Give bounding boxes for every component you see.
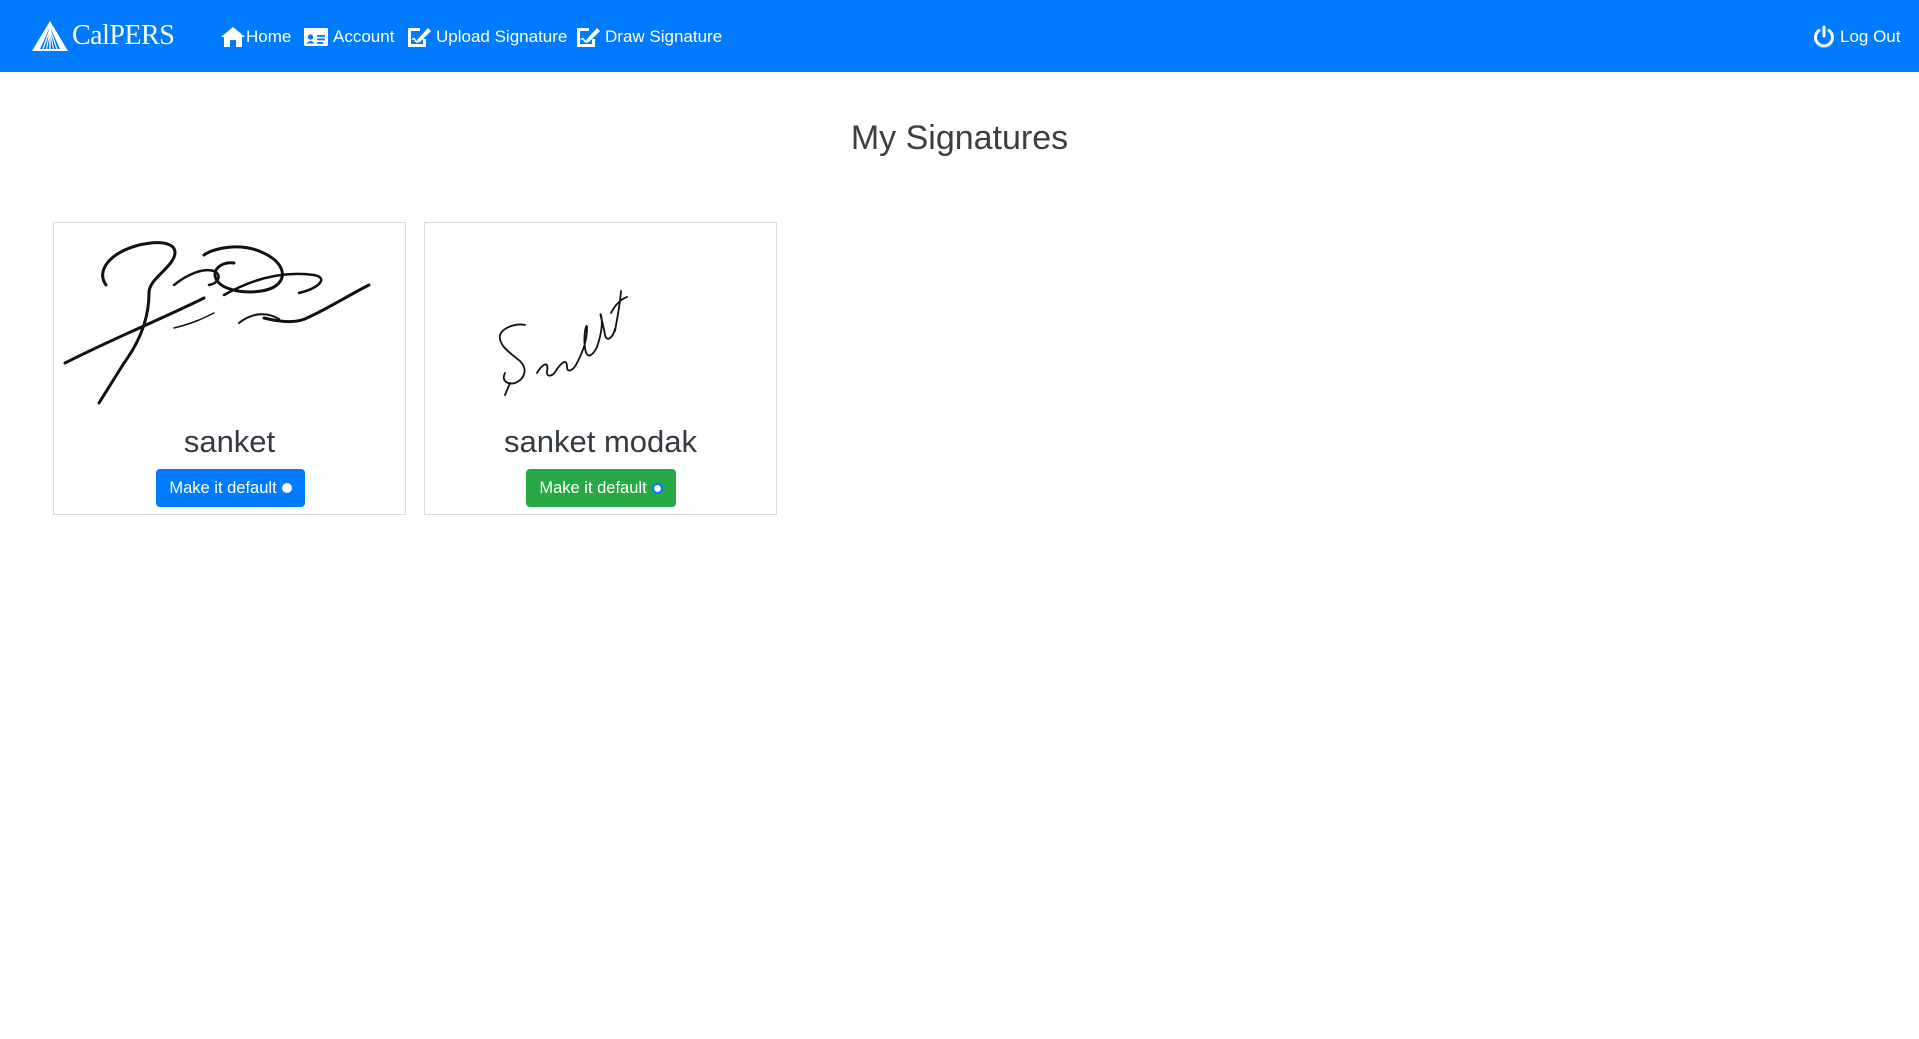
signature-pen-icon	[408, 28, 431, 47]
make-default-label: Make it default	[169, 478, 277, 497]
id-card-icon	[304, 28, 328, 46]
nav-upload-signature[interactable]: Upload Signature	[406, 22, 567, 52]
signature-card: sanket Make it default	[53, 222, 406, 515]
make-default-button[interactable]: Make it default	[526, 469, 676, 507]
nav-logout-label: Log Out	[1840, 27, 1901, 46]
home-icon	[221, 27, 245, 47]
calpers-logo-icon	[32, 21, 68, 51]
default-radio-checked-icon[interactable]	[281, 483, 292, 493]
signature-name: sanket	[183, 424, 276, 459]
default-radio-unchecked-icon[interactable]	[651, 482, 663, 494]
make-default-label: Make it default	[539, 478, 647, 497]
nav-home[interactable]: Home	[220, 22, 291, 52]
make-default-button[interactable]: Make it default	[156, 469, 305, 507]
nav-upload-label: Upload Signature	[436, 27, 568, 46]
nav-account[interactable]: Account	[303, 22, 394, 52]
brand-logo-link[interactable]: CalPERS	[30, 14, 188, 58]
nav-draw-label: Draw Signature	[605, 27, 723, 46]
nav-account-label: Account	[333, 27, 395, 46]
signature-image	[63, 241, 371, 405]
nav-draw-signature[interactable]: Draw Signature	[575, 22, 722, 52]
nav-home-label: Home	[246, 27, 292, 46]
page-title: My Signatures	[850, 119, 1069, 157]
brand-name: CalPERS	[72, 20, 175, 51]
power-icon	[1814, 25, 1834, 48]
signature-card: sanket modak Make it default	[424, 222, 777, 515]
signature-pen-icon	[577, 28, 600, 47]
signature-image	[498, 290, 628, 396]
signature-name: sanket modak	[504, 424, 697, 459]
nav-logout[interactable]: Log Out	[1812, 22, 1901, 52]
top-navbar: CalPERS Home Account Upload Signature Dr…	[0, 0, 1919, 72]
